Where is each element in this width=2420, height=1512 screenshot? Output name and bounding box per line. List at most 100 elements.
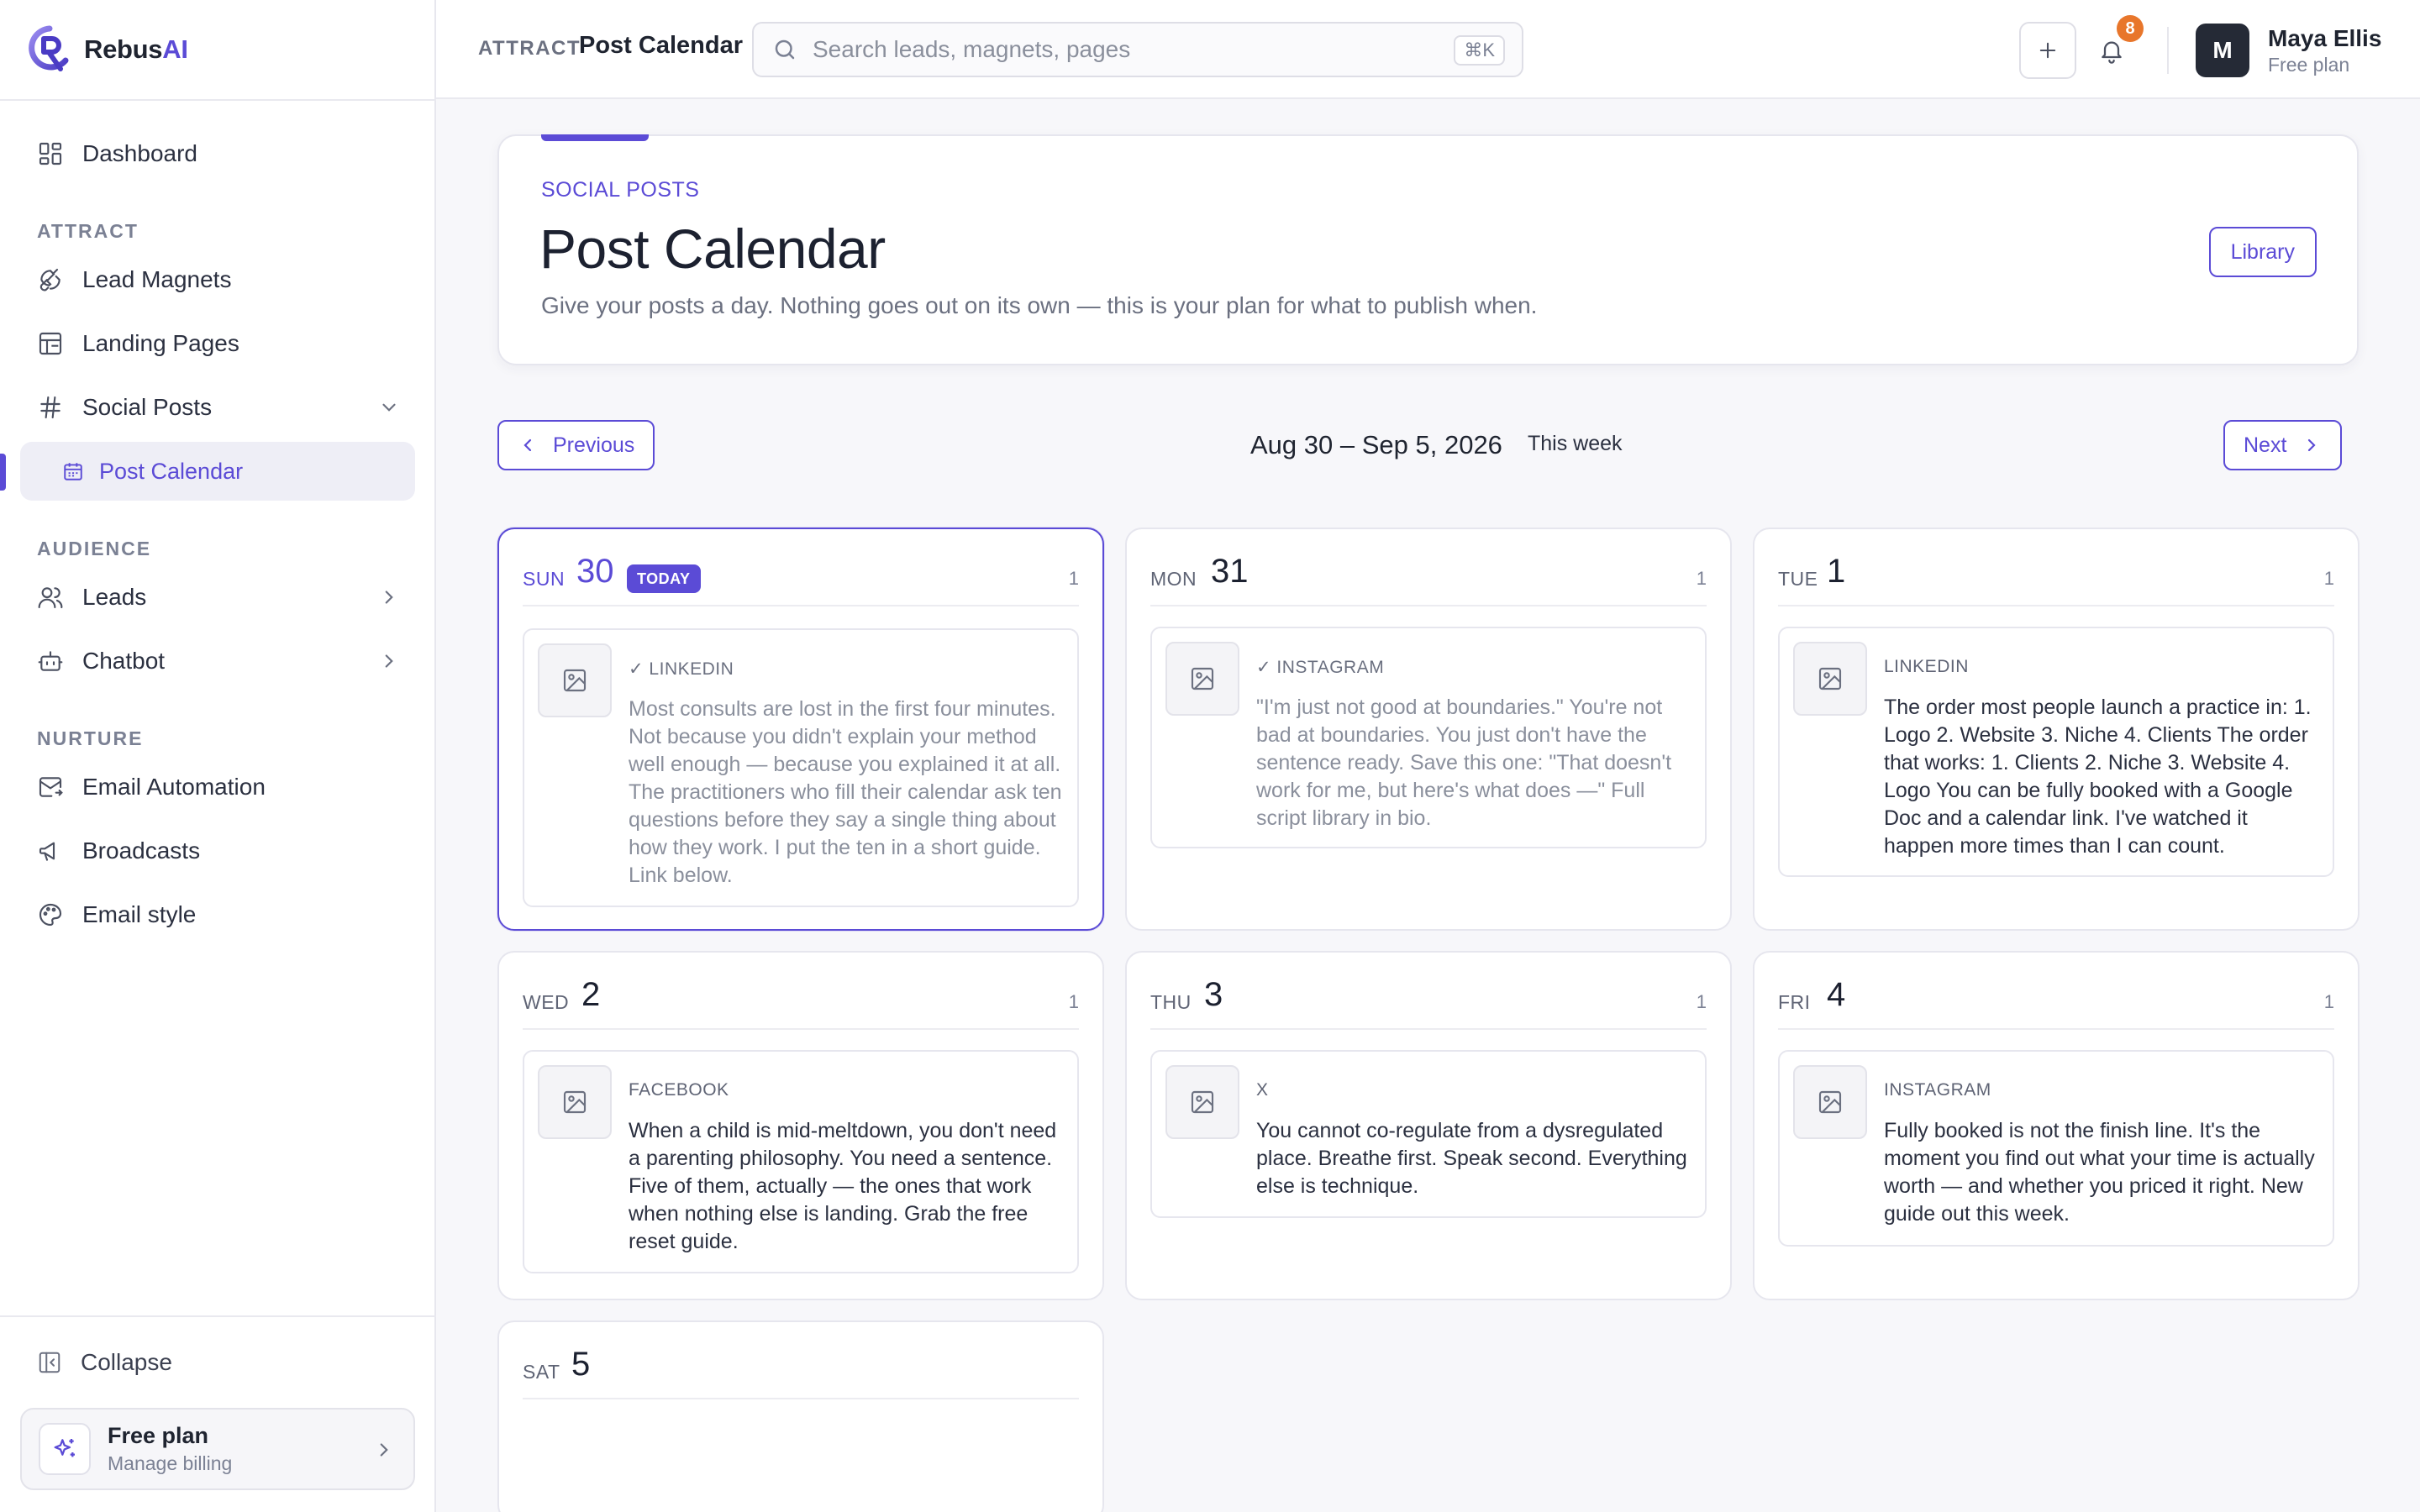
page-description: Give your posts a day. Nothing goes out … bbox=[541, 292, 1538, 318]
user-plan: Free plan bbox=[2268, 54, 2350, 76]
day-of-week: SUN bbox=[523, 568, 566, 590]
post-network: LINKEDIN bbox=[1884, 657, 1969, 676]
chevron-right-icon[interactable] bbox=[378, 586, 400, 608]
post-count: 1 bbox=[2323, 568, 2334, 589]
shortcut-hint: ⌘K bbox=[1454, 35, 1505, 66]
previous-label: Previous bbox=[553, 433, 635, 457]
image-placeholder-icon[interactable] bbox=[1165, 1065, 1239, 1139]
calendar-icon bbox=[64, 463, 82, 480]
sidebar-divider bbox=[0, 99, 436, 101]
page-kicker: SOCIAL POSTS bbox=[541, 178, 700, 202]
sidebar-item-lead-magnets[interactable]: Lead Magnets bbox=[20, 250, 415, 309]
sidebar-item-email-automation[interactable]: Email Automation bbox=[20, 758, 415, 816]
topbar-divider bbox=[2167, 27, 2169, 74]
sidebar-divider bbox=[0, 1315, 436, 1317]
chevron-down-icon[interactable] bbox=[378, 396, 400, 418]
post-count: 1 bbox=[1068, 568, 1079, 589]
sidebar-item-label: Email style bbox=[82, 901, 197, 927]
post-text: When a child is mid-meltdown, you don't … bbox=[629, 1119, 1057, 1253]
sidebar-item-label: Post Calendar bbox=[99, 458, 244, 484]
post-card[interactable]: ✓ INSTAGRAM "I'm just not good at bounda… bbox=[1150, 627, 1707, 848]
rebus-logo-icon bbox=[27, 25, 72, 74]
image-placeholder-icon[interactable] bbox=[538, 643, 612, 717]
day-number: 30 bbox=[576, 553, 614, 590]
post-card[interactable]: X You cannot co-regulate from a dysregul… bbox=[1150, 1050, 1707, 1218]
post-count: 1 bbox=[1696, 991, 1707, 1012]
day-of-week: FRI bbox=[1778, 991, 1811, 1013]
day-card-mon[interactable]: MON 31 1 ✓ INSTAGRAM "I'm just not good … bbox=[1125, 528, 1732, 931]
week-range: Aug 30 – Sep 5, 2026 bbox=[1250, 430, 1502, 459]
this-week-label[interactable]: This week bbox=[1528, 432, 1623, 456]
next-label: Next bbox=[2244, 433, 2287, 457]
post-network: FACEBOOK bbox=[629, 1080, 729, 1100]
sidebar-item-label: Landing Pages bbox=[82, 330, 239, 356]
previous-week-button[interactable]: Previous bbox=[497, 420, 655, 470]
day-header: SUN 30 TODAY 1 bbox=[523, 548, 1079, 606]
day-of-week: SAT bbox=[523, 1361, 560, 1383]
plan-card[interactable]: Free plan Manage billing bbox=[20, 1408, 415, 1490]
post-card[interactable]: INSTAGRAM Fully booked is not the finish… bbox=[1778, 1050, 2334, 1247]
day-card-fri[interactable]: FRI 4 1 INSTAGRAM Fully booked is not th… bbox=[1753, 951, 2360, 1300]
search-icon bbox=[775, 39, 795, 60]
sidebar-item-dashboard[interactable]: Dashboard bbox=[20, 124, 415, 183]
day-card-sat[interactable]: SAT 5 bbox=[497, 1320, 1104, 1512]
collapse-label: Collapse bbox=[81, 1349, 172, 1375]
palette-icon bbox=[39, 903, 62, 927]
create-button[interactable] bbox=[2019, 22, 2076, 79]
today-badge: TODAY bbox=[627, 564, 701, 593]
plan-subtitle: Manage billing bbox=[108, 1452, 233, 1474]
collapse-button[interactable]: Collapse bbox=[37, 1349, 172, 1376]
sidebar-item-label: Leads bbox=[82, 584, 147, 610]
bell-icon bbox=[2102, 41, 2122, 64]
day-number: 31 bbox=[1211, 553, 1249, 590]
next-week-button[interactable]: Next bbox=[2223, 420, 2343, 470]
sidebar-item-post-calendar[interactable]: Post Calendar bbox=[20, 442, 415, 501]
day-header: SAT 5 bbox=[523, 1341, 1079, 1399]
image-placeholder-icon[interactable] bbox=[1793, 1065, 1867, 1139]
brand-name: RebusAI bbox=[84, 34, 188, 64]
avatar[interactable]: M bbox=[2196, 24, 2249, 77]
search-input[interactable] bbox=[813, 36, 1434, 63]
sidebar-item-landing-pages[interactable]: Landing Pages bbox=[20, 314, 415, 373]
sidebar-item-label: Broadcasts bbox=[82, 837, 201, 864]
user-name[interactable]: Maya Ellis bbox=[2268, 25, 2381, 52]
day-card-tue[interactable]: TUE 1 1 LINKEDIN The order most people l… bbox=[1753, 528, 2360, 931]
post-count: 1 bbox=[1068, 991, 1079, 1012]
topbar: ATTRACT Post Calendar ⌘K 8 M Maya Ellis … bbox=[436, 0, 2420, 99]
search-box[interactable]: ⌘K bbox=[752, 22, 1523, 77]
day-card-wed[interactable]: WED 2 1 FACEBOOK When a child is mid-mel… bbox=[497, 951, 1104, 1300]
sidebar-item-leads[interactable]: Leads bbox=[20, 568, 415, 627]
library-button[interactable]: Library bbox=[2208, 227, 2317, 277]
image-placeholder-icon[interactable] bbox=[538, 1065, 612, 1139]
image-placeholder-icon[interactable] bbox=[1165, 642, 1239, 716]
post-card[interactable]: FACEBOOK When a child is mid-meltdown, y… bbox=[523, 1050, 1079, 1273]
day-number: 4 bbox=[1827, 976, 1846, 1013]
sidebar-item-social-posts[interactable]: Social Posts bbox=[20, 378, 415, 437]
post-card[interactable]: ✓ LINKEDIN Most consults are lost in the… bbox=[523, 628, 1079, 907]
post-text: Most consults are lost in the first four… bbox=[629, 697, 1062, 887]
sidebar-item-chatbot[interactable]: Chatbot bbox=[20, 632, 415, 690]
chevron-right-icon bbox=[380, 1443, 388, 1457]
sidebar-item-broadcasts[interactable]: Broadcasts bbox=[20, 822, 415, 880]
notification-count-badge: 8 bbox=[2117, 15, 2144, 42]
magnet-icon bbox=[39, 268, 60, 291]
brand[interactable]: RebusAI bbox=[27, 25, 188, 74]
day-of-week: MON bbox=[1150, 568, 1197, 590]
day-card-thu[interactable]: THU 3 1 X You cannot co-regulate from a … bbox=[1125, 951, 1732, 1300]
day-number: 5 bbox=[571, 1346, 591, 1383]
post-network: ✓ LINKEDIN bbox=[629, 659, 734, 679]
sidebar-item-label: Email Automation bbox=[82, 774, 266, 800]
breadcrumb-section: ATTRACT bbox=[478, 37, 581, 60]
plan-title: Free plan bbox=[108, 1423, 209, 1448]
day-of-week: WED bbox=[523, 991, 570, 1013]
sidebar-item-email-style[interactable]: Email style bbox=[20, 885, 415, 944]
sidebar: RebusAI Dashboard ATTRACT Lead Magnets L… bbox=[0, 0, 436, 1512]
post-card[interactable]: LINKEDIN The order most people launch a … bbox=[1778, 627, 2334, 877]
layout-icon bbox=[39, 332, 62, 355]
image-placeholder-icon[interactable] bbox=[1793, 642, 1867, 716]
day-number: 1 bbox=[1827, 553, 1846, 590]
section-nurture: NURTURE bbox=[37, 727, 144, 749]
sidebar-collapse-icon bbox=[39, 1352, 60, 1373]
day-card-sun[interactable]: SUN 30 TODAY 1 ✓ LINKEDIN Most consults … bbox=[497, 528, 1104, 931]
chevron-right-icon[interactable] bbox=[378, 650, 400, 672]
